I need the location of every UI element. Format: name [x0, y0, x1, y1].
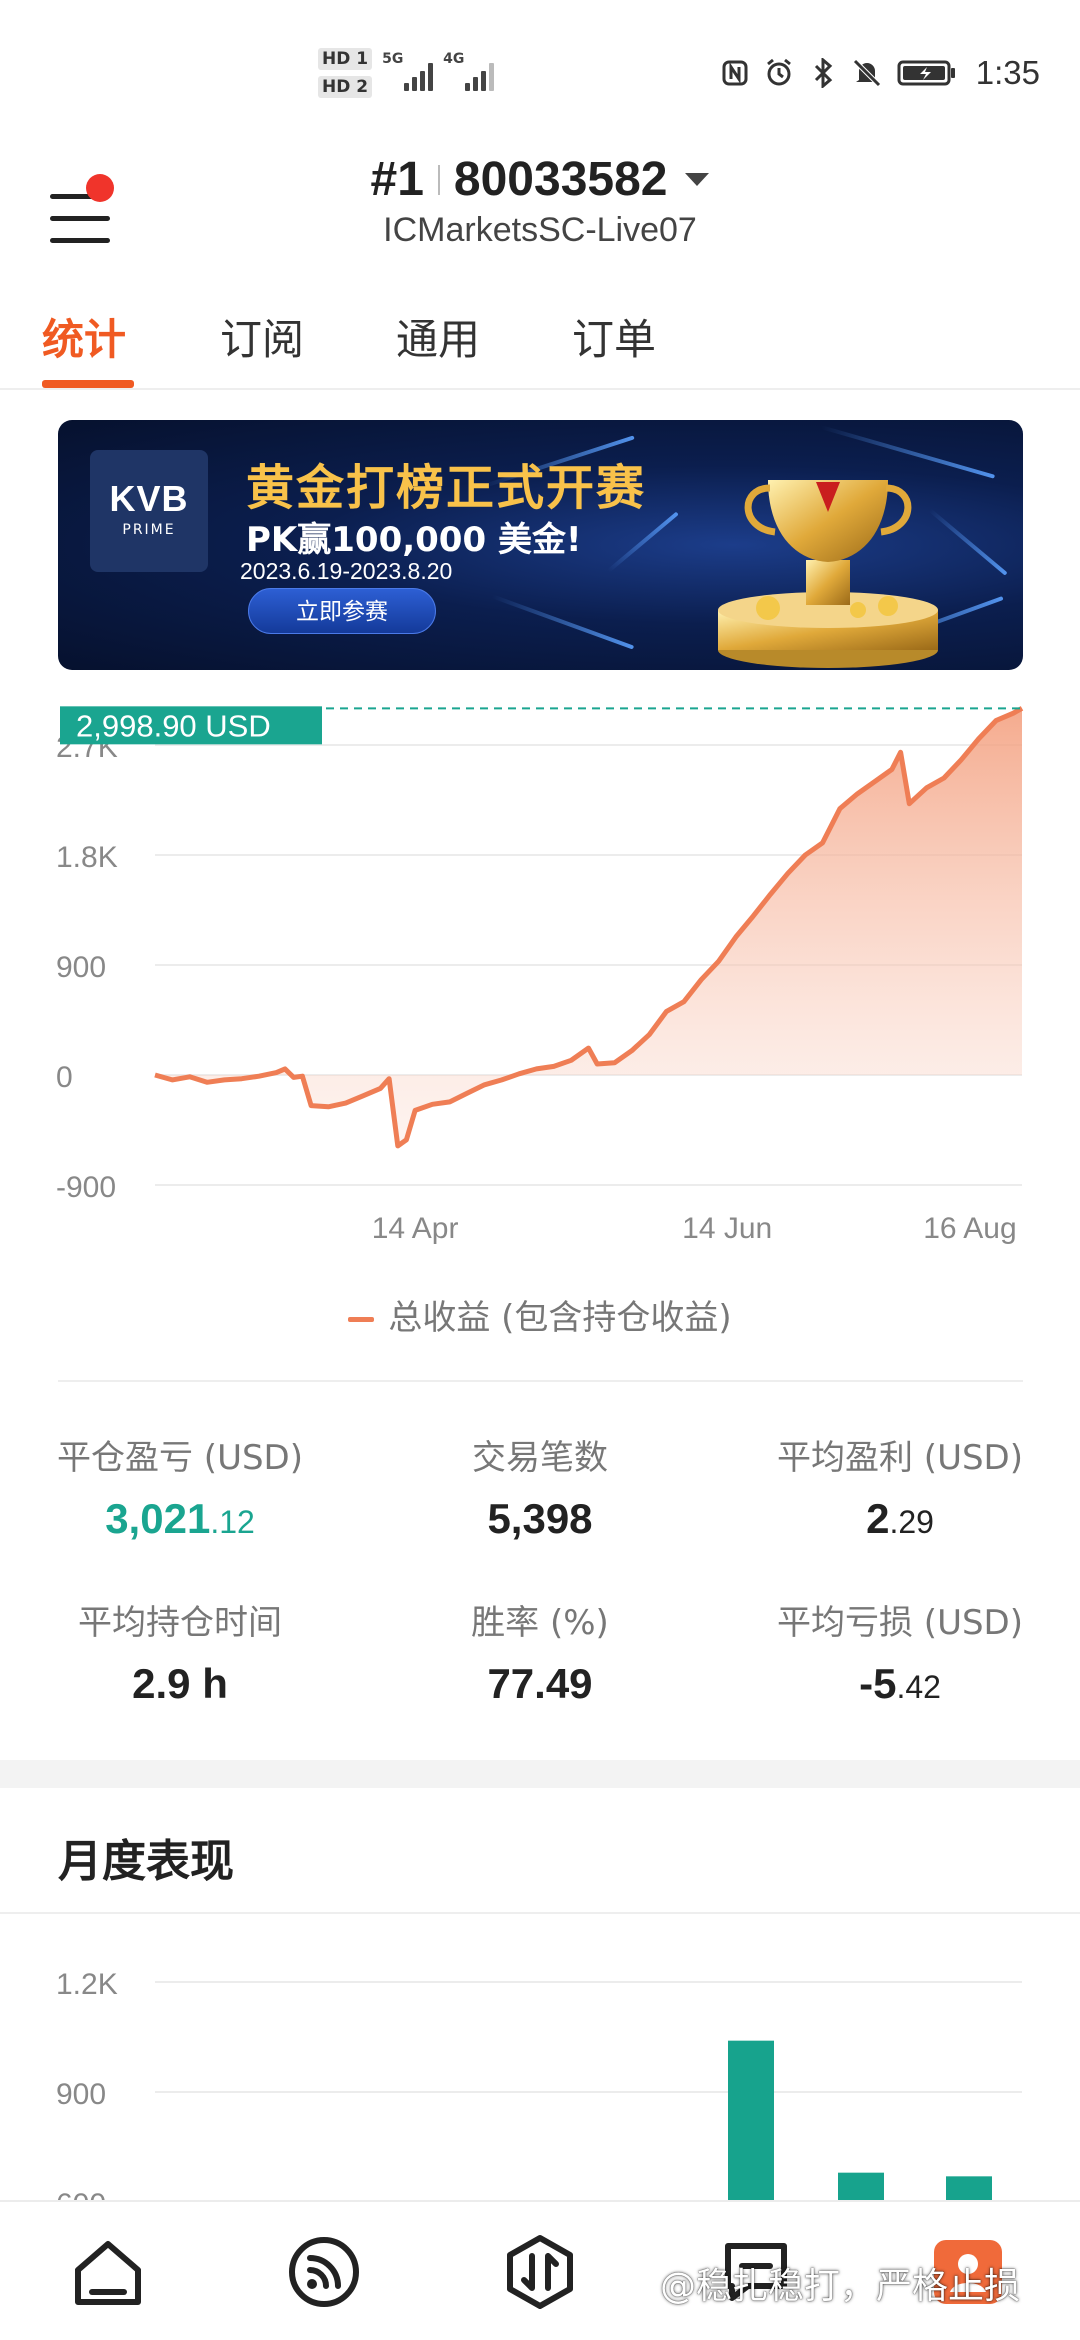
sim1-hd-badge: HD 1 — [318, 48, 373, 70]
stat-value: 2.29 — [866, 1495, 934, 1542]
y-tick-label: 600 — [56, 2188, 106, 2200]
account-server: ICMarketsSC-Live07 — [383, 211, 697, 249]
legend-swatch — [348, 1317, 375, 1322]
active-tab-indicator — [42, 380, 134, 388]
banner-subtitle: PK赢100,000 美金! — [246, 520, 582, 560]
nfc-icon — [720, 58, 750, 88]
bottom-nav: @稳扎稳打，严格止损 — [0, 2200, 1080, 2340]
battery-charging-icon — [896, 58, 958, 88]
section-separator — [0, 1760, 1080, 1788]
stat-avg-loss: 平均亏损 (USD) -5.42 — [720, 1595, 1080, 1708]
watermark: @稳扎稳打，严格止损 — [660, 2266, 1021, 2307]
tab-bar: 统计 订阅 通用 订单 — [0, 288, 1080, 390]
stat-avg-hold-time: 平均持仓时间 2.9 h — [0, 1595, 360, 1708]
divider — [0, 1912, 1080, 1914]
join-button[interactable]: 立即参赛 — [248, 588, 436, 634]
stat-win-rate: 胜率 (%) 77.49 — [360, 1595, 720, 1708]
promo-banner[interactable]: KVB PRIME 黄金打榜正式开赛 PK赢100,000 美金! 2023.6… — [58, 420, 1023, 670]
tab-general[interactable]: 通用 — [396, 306, 480, 367]
monthly-bar — [946, 2176, 992, 2200]
y-tick-label: 1.8K — [56, 841, 118, 874]
current-value-label: 2,998.90 USD — [76, 708, 271, 743]
x-tick-label: 14 Apr — [372, 1212, 459, 1245]
bluetooth-icon — [808, 58, 838, 88]
x-tick-label: 14 Jun — [682, 1212, 772, 1245]
alarm-icon — [764, 58, 794, 88]
banner-dates: 2023.6.19-2023.8.20 — [240, 558, 453, 584]
banner-title: 黄金打榜正式开赛 — [246, 460, 647, 516]
home-icon[interactable] — [68, 2232, 148, 2312]
signal-feed-icon[interactable] — [284, 2232, 364, 2312]
mute-icon — [852, 58, 882, 88]
account-selector[interactable]: #1 80033582 ICMarketsSC-Live07 — [0, 150, 1080, 250]
tab-subscribe[interactable]: 订阅 — [220, 306, 304, 367]
status-bar: HD 1 HD 2 5G 4G 1:35 — [0, 0, 1080, 150]
monthly-bar — [728, 2040, 774, 2200]
y-tick-label: 1.2K — [56, 1968, 118, 2001]
y-tick-label: 900 — [56, 2078, 106, 2111]
x-tick-label: 16 Aug — [923, 1212, 1016, 1245]
monthly-bar — [838, 2172, 884, 2200]
sim2-hd-badge: HD 2 — [318, 76, 373, 98]
trophy-icon — [718, 480, 938, 668]
tab-stats[interactable]: 统计 — [42, 306, 126, 367]
trade-icon[interactable] — [500, 2232, 580, 2312]
kvb-logo: KVB PRIME — [90, 450, 208, 572]
monthly-title: 月度表现 — [58, 1836, 234, 1887]
signal-4g-icon: 4G — [443, 51, 495, 91]
y-tick-label: 900 — [56, 951, 106, 984]
legend-label: 总收益 (包含持仓收益) — [388, 1298, 732, 1338]
account-number: 80033582 — [453, 153, 668, 206]
stat-trade-count: 交易笔数 5,398 — [360, 1430, 720, 1543]
chevron-down-icon — [685, 173, 710, 186]
stat-value: 5,398 — [487, 1495, 593, 1542]
profit-chart: 2.7K 1.8K 900 0 -900 14 Apr 14 Jun 16 Aug 2,998.… — [0, 690, 1080, 1250]
stat-value: 2.9 h — [132, 1660, 228, 1707]
stat-value: 3,021.12 — [105, 1495, 255, 1542]
account-header: #1 80033582 ICMarketsSC-Live07 — [0, 150, 1080, 260]
signal-indicators: HD 1 HD 2 5G 4G — [318, 48, 495, 98]
clock: 1:35 — [975, 54, 1040, 91]
account-rank: #1 — [370, 153, 424, 206]
tab-orders[interactable]: 订单 — [572, 306, 656, 367]
stat-value: 77.49 — [487, 1660, 593, 1707]
series-area — [155, 708, 1022, 1146]
chart-legend: 总收益 (包含持仓收益) — [0, 1290, 1080, 1339]
signal-5g-icon: 5G — [382, 51, 434, 91]
divider — [58, 1380, 1023, 1382]
stat-value: -5.42 — [859, 1660, 941, 1707]
y-tick-label: -900 — [56, 1171, 116, 1204]
monthly-chart: 1.2K 900 600 — [0, 1930, 1080, 2200]
y-tick-label: 0 — [56, 1061, 73, 1094]
stat-avg-profit: 平均盈利 (USD) 2.29 — [720, 1430, 1080, 1543]
stat-closed-pnl: 平仓盈亏 (USD) 3,021.12 — [0, 1430, 360, 1543]
